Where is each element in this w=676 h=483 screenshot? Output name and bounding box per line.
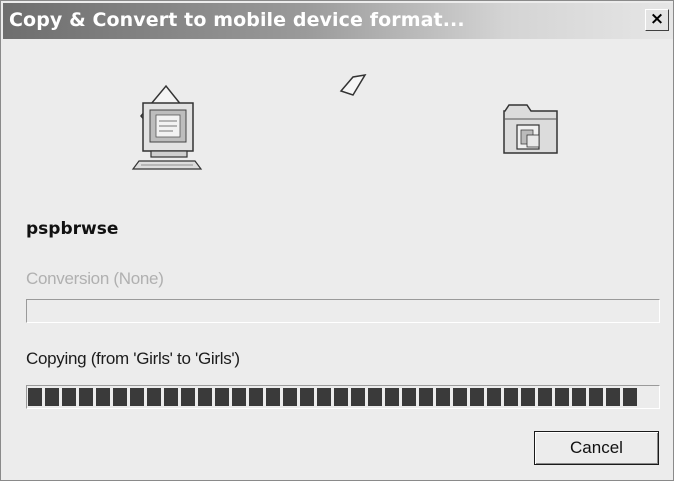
cancel-button-label: Cancel	[570, 438, 623, 457]
progress-block	[266, 388, 280, 406]
progress-block	[62, 388, 76, 406]
conversion-label: Conversion (None)	[26, 269, 164, 288]
progress-block	[130, 388, 144, 406]
progress-block	[470, 388, 484, 406]
progress-block	[96, 388, 110, 406]
progress-block	[215, 388, 229, 406]
progress-block	[436, 388, 450, 406]
progress-block	[164, 388, 178, 406]
progress-block	[79, 388, 93, 406]
close-icon: ×	[649, 9, 665, 29]
copy-convert-dialog: Copy & Convert to mobile device format..…	[0, 0, 674, 481]
progress-block	[317, 388, 331, 406]
progress-block	[385, 388, 399, 406]
close-button[interactable]: ×	[645, 9, 669, 31]
conversion-progress-bar	[26, 299, 660, 323]
progress-block	[572, 388, 586, 406]
progress-block	[368, 388, 382, 406]
progress-block	[623, 388, 637, 406]
flying-document-icon	[339, 73, 367, 96]
progress-block	[555, 388, 569, 406]
progress-block	[487, 388, 501, 406]
progress-block	[334, 388, 348, 406]
progress-block	[300, 388, 314, 406]
progress-block	[419, 388, 433, 406]
progress-block	[232, 388, 246, 406]
progress-block	[28, 388, 42, 406]
progress-block	[453, 388, 467, 406]
progress-block	[147, 388, 161, 406]
progress-block	[538, 388, 552, 406]
progress-block	[45, 388, 59, 406]
progress-block	[402, 388, 416, 406]
computer-icon	[131, 84, 203, 170]
progress-block	[606, 388, 620, 406]
progress-block	[521, 388, 535, 406]
file-name: pspbrwse	[26, 219, 119, 239]
title-bar[interactable]: Copy & Convert to mobile device format..…	[3, 3, 673, 39]
folder-icon	[503, 104, 558, 154]
progress-block	[351, 388, 365, 406]
cancel-button[interactable]: Cancel	[534, 431, 659, 465]
progress-block	[181, 388, 195, 406]
dialog-title: Copy & Convert to mobile device format..…	[9, 9, 465, 31]
progress-block	[198, 388, 212, 406]
progress-block	[249, 388, 263, 406]
progress-block	[283, 388, 297, 406]
copying-progress-bar	[26, 385, 660, 409]
progress-block	[589, 388, 603, 406]
progress-block	[504, 388, 518, 406]
copy-animation	[131, 73, 558, 170]
progress-fill	[28, 388, 658, 406]
progress-block	[113, 388, 127, 406]
copying-label: Copying (from 'Girls' to 'Girls')	[26, 349, 240, 368]
